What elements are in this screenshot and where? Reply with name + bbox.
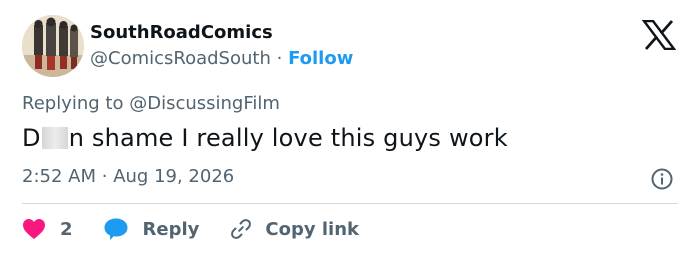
censor-blur [41, 127, 68, 149]
x-logo-icon[interactable] [642, 20, 676, 50]
divider [22, 203, 678, 204]
tweet-text: Dn shame I really love this guys work [22, 124, 508, 152]
copy-link-button[interactable]: Copy link [229, 217, 359, 241]
display-name[interactable]: SouthRoadComics [90, 22, 273, 43]
follow-button[interactable]: Follow [288, 48, 353, 69]
tweet-time: 2:52 AM [22, 166, 96, 187]
replying-prefix: Replying to [22, 93, 124, 114]
handle-line: @ComicsRoadSouth · Follow [90, 48, 353, 69]
time-separator: · [101, 166, 108, 187]
like-count: 2 [60, 218, 73, 240]
replying-to: Replying to @DiscussingFilm [22, 93, 280, 114]
like-button[interactable]: 2 [22, 218, 103, 240]
copy-link-label: Copy link [265, 218, 359, 240]
tweet-date: Aug 19, 2026 [113, 166, 235, 187]
handle-separator: · [276, 48, 283, 69]
heart-icon [23, 219, 45, 239]
avatar[interactable] [22, 15, 84, 77]
user-handle[interactable]: @ComicsRoadSouth [90, 48, 271, 69]
action-bar: 2 Reply Copy link [22, 214, 359, 244]
avatar-image [22, 15, 84, 77]
speech-bubble-icon [104, 218, 128, 240]
link-icon [231, 219, 252, 239]
reply-label: Reply [142, 218, 200, 240]
reply-button[interactable]: Reply [103, 217, 230, 241]
info-icon[interactable] [650, 167, 674, 191]
tweet-text-end: n shame I really love this guys work [68, 124, 508, 152]
timestamp[interactable]: 2:52 AM · Aug 19, 2026 [22, 166, 234, 187]
tweet-text-start: D [22, 124, 41, 152]
replying-mention[interactable]: @DiscussingFilm [129, 93, 280, 114]
